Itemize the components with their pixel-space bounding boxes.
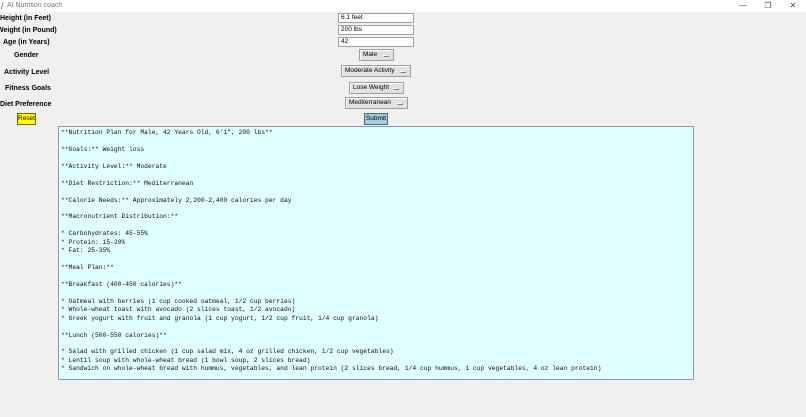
output-line: * Salad with grilled chicken (1 cup sala… — [61, 348, 394, 356]
output-line: * Sandwich on whole-wheat bread with hum… — [61, 365, 602, 373]
reset-button[interactable]: Reset — [17, 113, 36, 125]
output-line: * Carbohydrates: 45-55% — [61, 230, 148, 238]
output-line: **Breakfast (400-450 calories)** — [61, 280, 182, 288]
diet-preference-select-value: Mediterranean — [349, 99, 391, 106]
output-line: **Diet Restriction:** Mediterranean — [61, 179, 194, 187]
output-line: * Lentil soup with whole-wheat bread (1 … — [61, 356, 311, 364]
dropdown-indicator-icon — [393, 88, 399, 90]
output-line: * Fat: 25-35% — [61, 247, 111, 255]
minimize-button[interactable]: — — [732, 0, 754, 12]
output-line: **Calorie Needs:** Approximately 2,200-2… — [61, 196, 292, 204]
weight-input[interactable]: 200 lbs — [338, 25, 414, 35]
output-line: **Macronutrient Distribution:** — [61, 213, 179, 221]
output-line: * Greek yogurt with fruit and granola (1… — [61, 314, 379, 322]
diet-preference-select[interactable]: Mediterranean — [345, 97, 408, 109]
output-line: * Oatmeal with berries (1 cup cooked oat… — [61, 297, 296, 305]
title-bar: / AI Nutrition coach — ❐ ✕ — [0, 0, 806, 12]
fitness-goals-select[interactable]: Lose Weight — [349, 82, 404, 94]
app-feather-icon: / — [1, 1, 4, 11]
fitness-goals-select-value: Lose Weight — [353, 84, 390, 91]
fitness-goals-label: Fitness Goals — [5, 85, 51, 92]
gender-label: Gender — [14, 52, 39, 59]
diet-preference-label: Diet Preference — [0, 101, 52, 108]
activity-level-label: Activity Level — [4, 69, 50, 76]
output-line: **Meal Plan:** — [61, 264, 114, 271]
dropdown-indicator-icon — [397, 103, 403, 105]
output-line: **Nutrition Plan for Male, 42 Years Old,… — [61, 129, 273, 136]
maximize-button[interactable]: ❐ — [757, 0, 779, 12]
output-line: * Protein: 15-20% — [61, 238, 126, 246]
gender-select-value: Male — [363, 51, 378, 58]
close-button[interactable]: ✕ — [782, 0, 804, 12]
age-label: Age (in Years) — [3, 39, 50, 46]
age-input[interactable]: 42 — [338, 37, 414, 47]
gender-select[interactable]: Male — [359, 49, 394, 61]
activity-level-select[interactable]: Moderate Activity — [341, 65, 411, 77]
activity-level-select-value: Moderate Activity — [345, 67, 395, 74]
output-line: **Lunch (500-550 calories)** — [61, 331, 167, 339]
nutrition-plan-output[interactable]: **Nutrition Plan for Male, 42 Years Old,… — [58, 126, 694, 380]
submit-button[interactable]: Submit — [364, 113, 388, 125]
height-label: Height (in Feet) — [0, 15, 51, 22]
output-line: **Goals:** Weight loss — [61, 145, 145, 153]
height-input[interactable]: 6.1 feet — [338, 13, 414, 23]
output-line: **Activity Level:** Moderate — [61, 162, 167, 170]
dropdown-indicator-icon — [383, 55, 389, 57]
dropdown-indicator-icon — [400, 71, 406, 73]
window-title: AI Nutrition coach — [7, 2, 63, 9]
output-line: * Whole-wheat toast with avocado (2 slic… — [61, 306, 296, 314]
weight-label: Weight (in Pound) — [0, 27, 57, 34]
